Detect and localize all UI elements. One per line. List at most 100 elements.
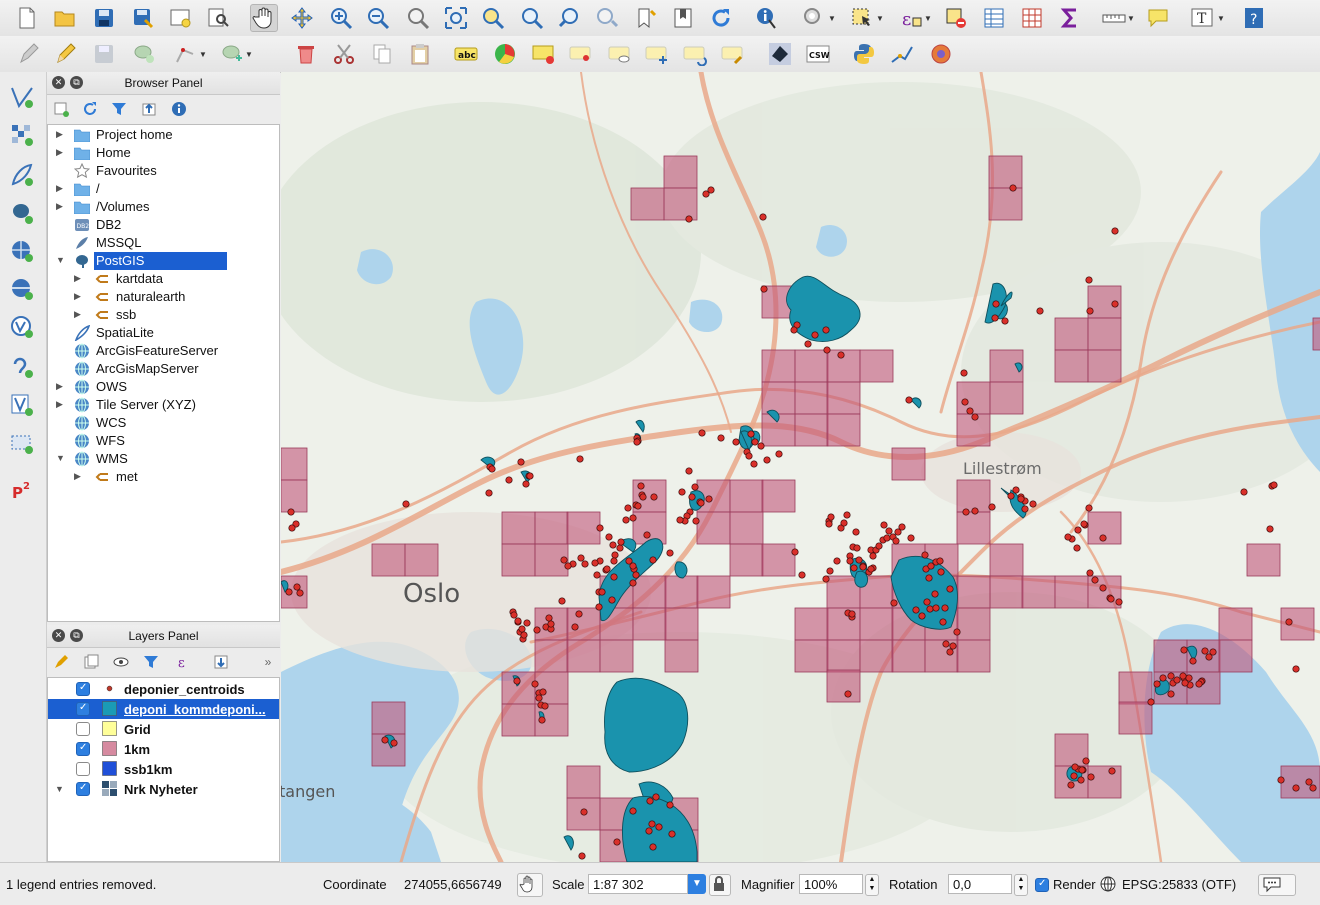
layer-item-deponi-kommdeponi[interactable]: deponi_kommdeponi...	[48, 699, 279, 719]
action-icon[interactable]	[800, 4, 828, 32]
lock-scale-icon[interactable]	[709, 874, 731, 896]
browser-item-spatialite[interactable]: SpatiaLite	[48, 324, 279, 342]
browser-item-wfs[interactable]: WFS	[48, 432, 279, 450]
rotation-spinner[interactable]: ▲ ▼	[1014, 874, 1028, 896]
new-project-icon[interactable]	[13, 4, 41, 32]
toggle-extents-icon[interactable]	[517, 873, 543, 897]
delete-selected-icon[interactable]	[292, 40, 320, 68]
chevron-right-icon[interactable]: ▶	[74, 291, 81, 302]
add-group-icon[interactable]	[81, 653, 101, 671]
visibility-eye-icon[interactable]	[111, 653, 131, 671]
filter-legend-icon[interactable]	[141, 653, 161, 671]
zoom-out-icon[interactable]	[364, 4, 392, 32]
select-by-expression-icon[interactable]: ε	[897, 4, 925, 32]
move-feature-icon[interactable]	[218, 40, 246, 68]
zoom-to-layer-icon[interactable]	[518, 4, 546, 32]
new-print-layout-icon[interactable]	[166, 4, 194, 32]
layer-visibility-checkbox[interactable]	[76, 742, 90, 756]
add-virtual-layer-icon[interactable]	[5, 428, 39, 458]
layer-labeling-icon[interactable]: abc	[452, 40, 480, 68]
layer-visibility-checkbox[interactable]	[76, 702, 90, 716]
add-raster-layer-icon[interactable]	[5, 120, 39, 150]
chevron-right-icon[interactable]: ▶	[56, 201, 63, 212]
help-icon[interactable]: ?	[1240, 4, 1268, 32]
text-annotation-icon[interactable]: T	[1188, 4, 1216, 32]
layer-visibility-checkbox[interactable]	[76, 722, 90, 736]
pan-to-selection-icon[interactable]	[288, 4, 316, 32]
chevron-right-icon[interactable]: ▶	[56, 129, 63, 140]
zoom-native-icon[interactable]	[404, 4, 432, 32]
chevron-right-icon[interactable]: ▶	[74, 471, 81, 482]
more-tools-icon[interactable]: »	[258, 653, 278, 671]
highlight-pinned-labels-icon[interactable]	[530, 40, 558, 68]
statistical-summary-icon[interactable]	[1056, 4, 1084, 32]
messages-icon[interactable]	[1258, 874, 1296, 896]
add-feature-icon[interactable]	[130, 40, 158, 68]
collapse-all-icon[interactable]	[139, 100, 159, 118]
browser-item-favourites[interactable]: Favourites	[48, 162, 279, 180]
chevron-right-icon[interactable]: ▶	[56, 381, 63, 392]
coordinate-value[interactable]: 274055,6656749	[404, 877, 502, 892]
chevron-right-icon[interactable]: ▶	[74, 273, 81, 284]
python-console-icon[interactable]	[850, 40, 878, 68]
copy-features-icon[interactable]	[368, 40, 396, 68]
chevron-right-icon[interactable]: ▶	[74, 309, 81, 320]
crs-globe-icon[interactable]	[1100, 876, 1116, 892]
save-project-icon[interactable]	[90, 4, 118, 32]
chevron-right-icon[interactable]: ▶	[56, 399, 63, 410]
field-calculator-icon[interactable]	[1018, 4, 1046, 32]
crs-label[interactable]: EPSG:25833 (OTF)	[1122, 877, 1236, 892]
layout-manager-icon[interactable]	[204, 4, 232, 32]
new-vector-layer-icon[interactable]	[5, 390, 39, 420]
rotation-input[interactable]: 0,0	[948, 874, 1012, 894]
layer-visibility-checkbox[interactable]	[76, 782, 90, 796]
layer-item-ssb1km[interactable]: ssb1km	[48, 759, 279, 779]
cut-features-icon[interactable]	[330, 40, 358, 68]
magnifier-input[interactable]: 100%	[799, 874, 863, 894]
chevron-right-icon[interactable]: ▶	[56, 147, 63, 158]
measure-line-icon[interactable]	[1100, 4, 1128, 32]
layer-visibility-checkbox[interactable]	[76, 762, 90, 776]
add-postgis-layer-icon[interactable]	[5, 198, 39, 228]
add-delimited-text-icon[interactable]	[5, 352, 39, 382]
paste-features-icon[interactable]	[406, 40, 434, 68]
chevron-down-icon[interactable]: ▼	[56, 255, 65, 265]
zoom-full-icon[interactable]	[442, 4, 470, 32]
browser-item-kartdata[interactable]: ▶ kartdata	[48, 270, 279, 288]
current-edits-icon[interactable]	[15, 40, 43, 68]
style-manager-icon[interactable]	[51, 653, 71, 671]
layer-item-grid[interactable]: Grid	[48, 719, 279, 739]
layer-item-deponier-centroids[interactable]: deponier_centroids	[48, 679, 279, 699]
chevron-down-icon[interactable]: ▼	[56, 453, 65, 463]
layer-item-1km[interactable]: 1km	[48, 739, 279, 759]
browser-item-mssql[interactable]: MSSQL	[48, 234, 279, 252]
save-edits-icon[interactable]	[90, 40, 118, 68]
expand-all-icon[interactable]	[211, 653, 231, 671]
render-checkbox[interactable]	[1035, 878, 1049, 892]
vertex-tool-icon[interactable]	[172, 40, 200, 68]
chevron-right-icon[interactable]: ▶	[56, 183, 63, 194]
browser-item-postgis[interactable]: ▼ PostGIS	[48, 252, 279, 270]
browser-item-wms[interactable]: ▼ WMS	[48, 450, 279, 468]
add-wcs-layer-icon[interactable]	[5, 274, 39, 304]
add-vector-layer-icon[interactable]	[5, 82, 39, 112]
p2-plugin-icon[interactable]: P2	[5, 474, 39, 504]
show-hide-labels-icon[interactable]	[606, 40, 634, 68]
pan-map-icon[interactable]	[250, 4, 278, 32]
browser-item-arcgismapserver[interactable]: ArcGisMapServer	[48, 360, 279, 378]
raster-tool-icon[interactable]	[766, 40, 794, 68]
open-project-icon[interactable]	[51, 4, 79, 32]
add-wfs-layer-icon[interactable]	[5, 312, 39, 342]
browser-item-ows[interactable]: ▶ OWS	[48, 378, 279, 396]
attribute-table-icon[interactable]	[980, 4, 1008, 32]
browser-item-project-home[interactable]: ▶ Project home	[48, 126, 279, 144]
new-bookmark-icon[interactable]	[632, 4, 660, 32]
refresh-icon[interactable]	[707, 4, 735, 32]
chevron-down-icon[interactable]: ▼	[688, 874, 706, 894]
rotate-label-icon[interactable]	[681, 40, 709, 68]
browser-item-arcgisfeatureserver[interactable]: ArcGisFeatureServer	[48, 342, 279, 360]
select-features-icon[interactable]	[848, 4, 876, 32]
browser-item-[interactable]: ▶ /	[48, 180, 279, 198]
bookmarks-icon[interactable]	[669, 4, 697, 32]
browser-item-met[interactable]: ▶ met	[48, 468, 279, 486]
